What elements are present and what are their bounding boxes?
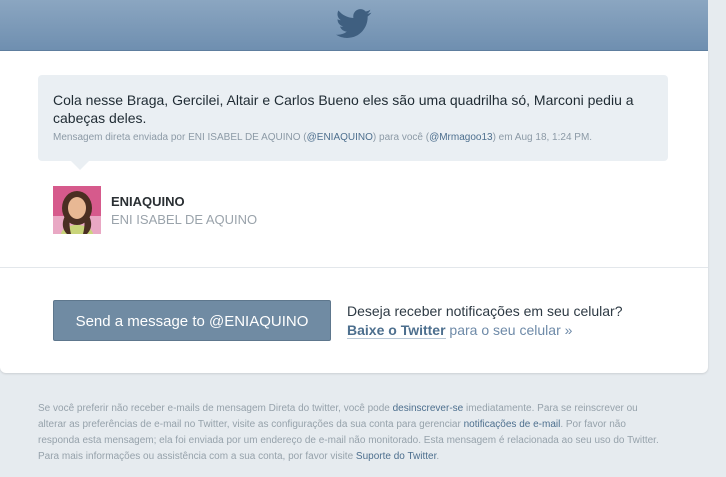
unsubscribe-link[interactable]: desinscrever-se	[393, 403, 464, 414]
promo-line: Baixe o Twitter para o seu celular »	[347, 322, 572, 339]
meta-prefix: Mensagem direta enviada por ENI ISABEL D…	[53, 132, 307, 143]
meta-sender-link[interactable]: @ENIAQUINO	[307, 132, 373, 143]
email-header	[0, 0, 708, 51]
sender-avatar[interactable]	[53, 186, 101, 234]
sender-name: ENI ISABEL DE AQUINO	[111, 212, 258, 227]
message-text: Cola nesse Braga, Gercilei, Altair e Car…	[53, 92, 634, 126]
footer-text: Se você preferir não receber e-mails de …	[38, 401, 664, 465]
promo-question: Deseja receber notificações em seu celul…	[347, 303, 623, 319]
download-twitter-link[interactable]: Baixe o Twitter	[347, 322, 446, 339]
twitter-bird-icon	[336, 9, 372, 38]
send-message-button[interactable]: Send a message to @ENIAQUINO	[53, 300, 331, 341]
meta-middle: ) para você (	[372, 132, 430, 143]
message-bubble: Cola nesse Braga, Gercilei, Altair e Car…	[38, 75, 668, 170]
support-link[interactable]: Suporte do Twitter	[356, 451, 436, 462]
promo-suffix-link[interactable]: para o seu celular »	[446, 322, 572, 338]
footer-part-4: .	[436, 451, 440, 462]
meta-suffix: ) em Aug 18, 1:24 PM.	[492, 132, 593, 143]
message-card: Cola nesse Braga, Gercilei, Altair e Car…	[0, 51, 708, 373]
sender-handle[interactable]: ENIAQUINO	[111, 194, 185, 209]
email-notifications-link[interactable]: notificações de e-mail	[464, 419, 561, 430]
footer-part-1: Se você preferir não receber e-mails de …	[38, 403, 393, 414]
meta-recipient-link[interactable]: @Mrmagoo13	[429, 132, 493, 143]
message-meta: Mensagem direta enviada por ENI ISABEL D…	[53, 132, 663, 143]
user-avatar-icon	[53, 186, 101, 234]
divider	[0, 267, 708, 268]
